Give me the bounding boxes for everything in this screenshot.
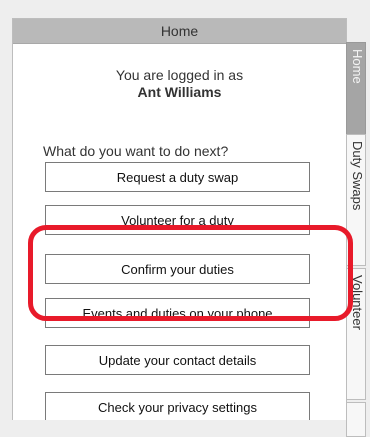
check-privacy-settings-button[interactable]: Check your privacy settings bbox=[45, 392, 310, 420]
home-panel: Home You are logged in as Ant Williams W… bbox=[12, 18, 347, 420]
request-duty-swap-button[interactable]: Request a duty swap bbox=[45, 162, 310, 192]
side-tabs: Home Duty Swaps Volunteer bbox=[346, 18, 370, 437]
logged-in-text: You are logged in as bbox=[115, 67, 244, 83]
tab-volunteer-label: Volunteer bbox=[350, 275, 365, 330]
tab-volunteer[interactable]: Volunteer bbox=[346, 268, 366, 400]
user-name: Ant Williams bbox=[137, 84, 222, 100]
tab-duty-swaps-label: Duty Swaps bbox=[350, 141, 365, 211]
events-on-phone-button[interactable]: Events and duties on your phone bbox=[45, 298, 310, 328]
tab-home-label: Home bbox=[350, 49, 365, 84]
panel-title: Home bbox=[13, 19, 346, 44]
confirm-duties-button[interactable]: Confirm your duties bbox=[45, 254, 310, 284]
tab-more[interactable] bbox=[346, 402, 366, 437]
volunteer-for-duty-button[interactable]: Volunteer for a duty bbox=[45, 205, 310, 235]
tab-duty-swaps[interactable]: Duty Swaps bbox=[346, 134, 366, 266]
login-status: You are logged in as Ant Williams bbox=[13, 67, 346, 101]
next-action-prompt: What do you want to do next? bbox=[43, 143, 229, 159]
tab-home[interactable]: Home bbox=[346, 42, 366, 140]
update-contact-details-button[interactable]: Update your contact details bbox=[45, 345, 310, 375]
